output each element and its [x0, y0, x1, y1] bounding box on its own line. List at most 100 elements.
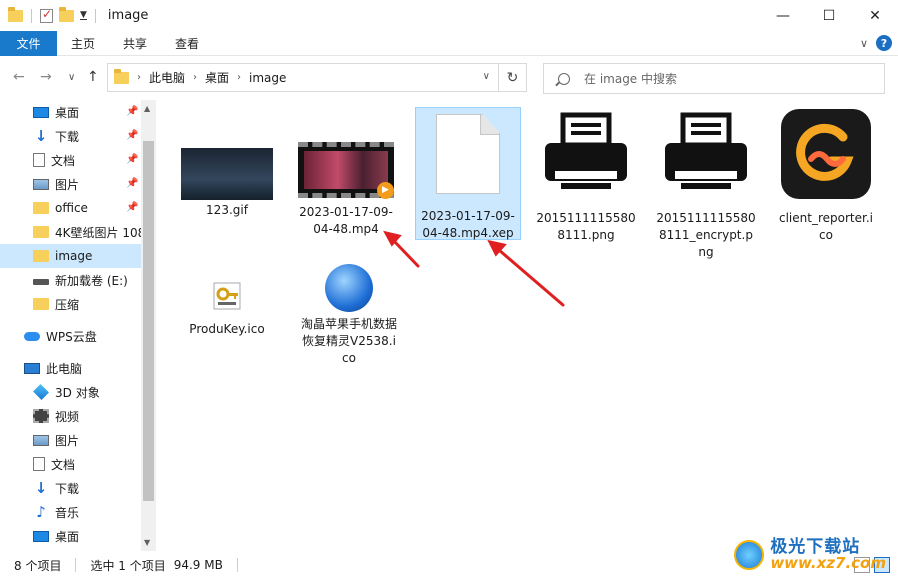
file-item[interactable]: client_reporter.ico: [773, 109, 879, 244]
search-placeholder[interactable]: 在 image 中搜索: [584, 70, 677, 87]
download-icon: ↓: [34, 479, 48, 497]
help-icon[interactable]: ?: [876, 35, 892, 51]
tab-file[interactable]: 文件: [0, 30, 57, 56]
view-toggle: [854, 557, 890, 573]
sidebar-item-label: 视频: [55, 409, 80, 424]
breadcrumb-this-pc[interactable]: 此电脑: [149, 69, 185, 86]
item-count: 8 个项目: [14, 558, 62, 573]
properties-icon[interactable]: [40, 7, 53, 23]
sidebar-item-label: 3D 对象: [55, 385, 100, 400]
sidebar-item-label: office: [55, 201, 88, 215]
sidebar-item-label: 此电脑: [46, 361, 83, 376]
folder-icon: [33, 202, 49, 214]
folder-icon: [114, 68, 129, 84]
sidebar-item-label: 音乐: [55, 505, 80, 520]
sidebar-item-pictures-pc[interactable]: 图片: [0, 428, 141, 452]
sidebar-item-label: 文档: [51, 153, 76, 168]
address-bar[interactable]: › 此电脑 › 桌面 › image ∨ ↻: [107, 63, 527, 92]
gif-thumbnail: [181, 148, 273, 200]
customize-toolbar-dropdown[interactable]: ▼: [80, 11, 87, 20]
sidebar-item-label: 压缩: [55, 297, 80, 312]
forward-arrow-icon[interactable]: →: [40, 69, 52, 85]
scrollbar-thumb[interactable]: [143, 141, 154, 501]
breadcrumb-desktop[interactable]: 桌面: [205, 69, 229, 86]
sidebar-item-this-pc[interactable]: 此电脑: [0, 356, 141, 380]
disc-icon: [325, 264, 373, 312]
ribbon-right-controls: ∨ ?: [860, 35, 892, 51]
sidebar-item-4k-wallpapers[interactable]: 4K壁纸图片 108: [0, 220, 145, 244]
video-thumbnail: ▶: [298, 142, 394, 199]
sidebar-item-videos[interactable]: 视频: [0, 404, 141, 428]
file-item[interactable]: 淘晶苹果手机数据恢复精灵V2538.ico: [296, 264, 402, 367]
sidebar-item-pictures[interactable]: 图片 📌: [0, 172, 141, 196]
document-icon: [33, 457, 45, 471]
3d-objects-icon: [33, 384, 49, 400]
file-item[interactable]: 123.gif: [174, 148, 280, 219]
sidebar-item-label: 桌面: [55, 105, 80, 120]
refresh-icon[interactable]: ↻: [498, 64, 526, 91]
chevron-down-icon[interactable]: ∨: [860, 37, 868, 50]
scroll-up-icon[interactable]: ▲: [144, 104, 150, 113]
sidebar-scrollbar[interactable]: ▲ ▼: [141, 100, 156, 551]
selection-size: 94.9 MB: [173, 558, 223, 572]
sidebar-item-label: 图片: [55, 433, 80, 448]
large-icons-view-icon[interactable]: [874, 557, 890, 573]
sidebar-item-label: 4K壁纸图片 108: [55, 225, 146, 240]
address-history-dropdown-icon[interactable]: ∨: [483, 71, 490, 82]
printer-icon: [541, 109, 631, 199]
tab-share[interactable]: 共享: [109, 31, 161, 56]
details-view-icon[interactable]: [854, 557, 870, 573]
status-divider: [75, 558, 77, 572]
sidebar-item-drive-e[interactable]: 新加载卷 (E:): [0, 268, 141, 292]
music-icon: ♪: [36, 503, 46, 521]
sidebar-item-music[interactable]: ♪ 音乐: [0, 500, 141, 524]
chevron-right-icon[interactable]: ›: [193, 72, 197, 83]
sidebar-item-compressed[interactable]: 压缩: [0, 292, 141, 316]
window-title: image: [107, 8, 149, 23]
file-list: 123.gif ▶ 2023-01-17-09-04-48.mp4 2023-0…: [156, 100, 898, 551]
close-button[interactable]: ✕: [852, 0, 898, 31]
maximize-button[interactable]: ☐: [806, 0, 852, 31]
pin-icon: 📌: [126, 130, 139, 141]
scroll-down-icon[interactable]: ▼: [144, 538, 150, 547]
file-item[interactable]: ▶ 2023-01-17-09-04-48.mp4: [293, 142, 399, 238]
sidebar-item-image[interactable]: image: [0, 244, 141, 268]
sidebar-item-documents[interactable]: 文档 📌: [0, 148, 141, 172]
sidebar-item-downloads[interactable]: ↓ 下载 📌: [0, 124, 141, 148]
chevron-right-icon[interactable]: ›: [237, 72, 241, 83]
recent-locations-chevron-icon[interactable]: ∨: [68, 72, 75, 83]
selection-count: 选中 1 个项目: [90, 558, 166, 573]
toolbar-divider: [94, 8, 96, 23]
document-icon: [33, 153, 45, 167]
sidebar-item-wps-cloud[interactable]: WPS云盘: [0, 324, 141, 348]
tab-home[interactable]: 主页: [57, 31, 109, 56]
new-folder-icon[interactable]: [59, 6, 74, 22]
sidebar-item-downloads-pc[interactable]: ↓ 下载: [0, 476, 141, 500]
pin-icon: 📌: [126, 178, 139, 189]
desktop-icon: [33, 530, 49, 542]
navigation-pane: 桌面 📌 ↓ 下载 📌 文档 📌 图片 📌 office 📌 4K壁纸图片 10…: [0, 100, 156, 551]
file-item[interactable]: 2023-01-17-09-04-48.mp4.xep: [415, 107, 521, 240]
breadcrumb-image[interactable]: image: [249, 71, 286, 85]
up-arrow-icon[interactable]: ↑: [87, 69, 99, 85]
file-item[interactable]: 20151111155808111.png: [533, 109, 639, 244]
back-arrow-icon[interactable]: ←: [13, 69, 25, 85]
file-name: 123.gif: [206, 203, 248, 217]
tab-view[interactable]: 查看: [161, 31, 213, 56]
chevron-right-icon[interactable]: ›: [137, 72, 141, 83]
printer-icon: [661, 109, 751, 199]
navigation-bar: ← → ∨ ↑ › 此电脑 › 桌面 › image ∨ ↻ 在 image 中…: [0, 60, 898, 96]
file-name: client_reporter.ico: [779, 211, 873, 242]
sidebar-item-3d-objects[interactable]: 3D 对象: [0, 380, 141, 404]
file-item[interactable]: 20151111155808111_encrypt.png: [653, 109, 759, 261]
sidebar-item-desktop[interactable]: 桌面 📌: [0, 100, 141, 124]
sidebar-item-office[interactable]: office 📌: [0, 196, 141, 220]
file-item[interactable]: ProduKey.ico: [174, 280, 280, 338]
sidebar-item-desktop-pc[interactable]: 桌面: [0, 524, 141, 548]
minimize-button[interactable]: —: [760, 0, 806, 31]
toolbar-divider: [31, 8, 32, 23]
search-box[interactable]: 在 image 中搜索: [543, 63, 885, 94]
file-name: 2023-01-17-09-04-48.mp4: [299, 205, 393, 236]
folder-icon[interactable]: [8, 6, 23, 22]
sidebar-item-documents-pc[interactable]: 文档: [0, 452, 141, 476]
